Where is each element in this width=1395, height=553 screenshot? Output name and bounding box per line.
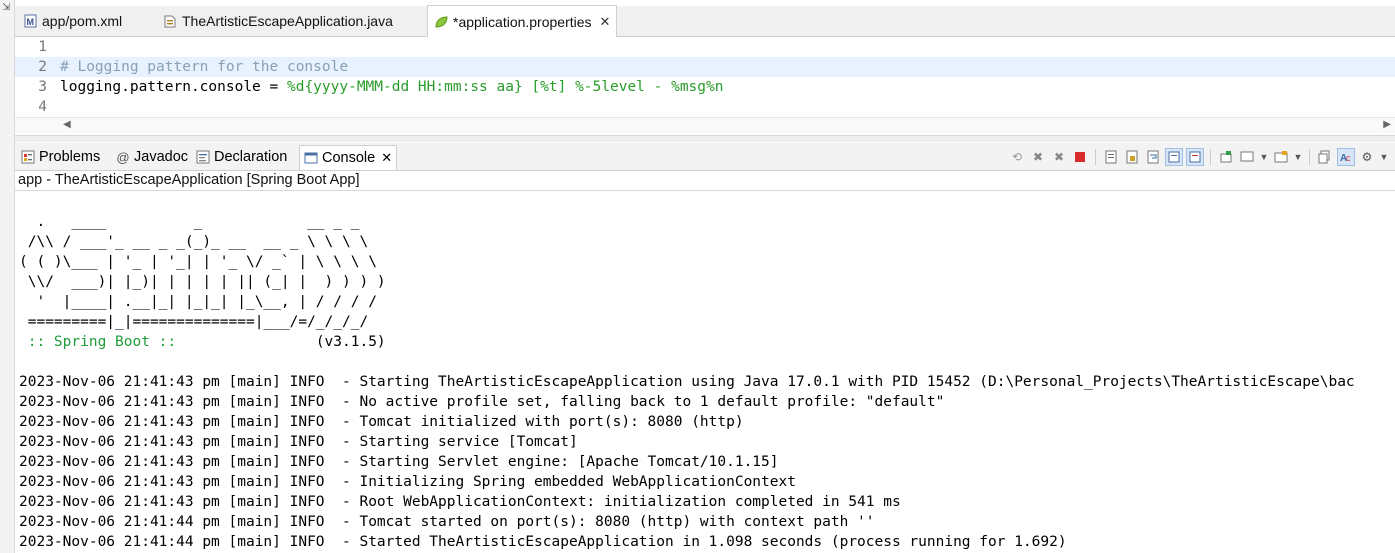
scroll-right-icon[interactable]: ▶ <box>1383 119 1391 130</box>
gear-icon[interactable]: ⚙ <box>1358 148 1376 166</box>
word-wrap-icon[interactable] <box>1144 148 1162 166</box>
show-console-on-stderr-icon[interactable] <box>1186 148 1204 166</box>
toolbar-separator <box>1095 149 1096 165</box>
clear-console-icon[interactable] <box>1102 148 1120 166</box>
line-number: 2 <box>38 59 47 75</box>
remove-launch-icon[interactable]: ✖ <box>1029 148 1047 166</box>
remove-all-terminated-icon[interactable]: ✖ <box>1050 148 1068 166</box>
maven-pom-icon: M <box>23 14 37 28</box>
log-line: 2023-Nov-06 21:41:43 pm [main] INFO - St… <box>19 374 1355 390</box>
log-line: 2023-Nov-06 21:41:44 pm [main] INFO - To… <box>19 514 875 530</box>
log-line: 2023-Nov-06 21:41:43 pm [main] INFO - In… <box>19 474 796 490</box>
console-output[interactable]: . ____ _ __ _ _ /\\ / ___'_ __ _ _(_)_ _… <box>19 212 1395 553</box>
property-line: logging.pattern.console = %d{yyyy-MMM-dd… <box>60 77 723 97</box>
copy-icon[interactable] <box>1316 148 1334 166</box>
java-file-icon <box>163 14 177 28</box>
ansi-color-icon[interactable]: Ac <box>1337 148 1355 166</box>
console-toolbar: ⟲ ✖ ✖ ▼ ▼ Ac ⚙ ▼ <box>1008 147 1389 167</box>
editor-line: 1 <box>15 37 1395 57</box>
left-gutter: ⇲ <box>0 0 15 553</box>
tab-label: TheArtisticEscapeApplication.java <box>182 13 393 29</box>
pin-console-icon[interactable] <box>1217 148 1235 166</box>
editor-line: 3 logging.pattern.console = %d{yyyy-MMM-… <box>15 77 1395 97</box>
editor-tab-bar: M app/pom.xml TheArtisticEscapeApplicati… <box>15 5 1395 37</box>
log-line: 2023-Nov-06 21:41:44 pm [main] INFO - St… <box>19 534 1067 550</box>
spring-boot-label: :: Spring Boot :: <box>19 334 185 350</box>
scroll-left-icon[interactable]: ◀ <box>63 119 71 130</box>
tab-java-application[interactable]: TheArtisticEscapeApplication.java <box>163 6 393 36</box>
display-selected-console-icon[interactable] <box>1238 148 1256 166</box>
console-title: app - TheArtisticEscapeApplication [Spri… <box>18 172 360 188</box>
problems-icon <box>21 150 35 164</box>
open-console-icon[interactable] <box>1272 148 1290 166</box>
tab-application-properties[interactable]: *application.properties ✕ <box>427 5 618 37</box>
tab-label: Javadoc <box>134 149 189 165</box>
property-value: %d{yyyy-MMM-dd HH:mm:ss aa} [%t] %-5leve… <box>286 79 724 95</box>
chevron-down-icon[interactable]: ▼ <box>1259 148 1269 166</box>
declaration-icon <box>196 150 210 164</box>
spring-boot-version: (v3.1.5) <box>184 334 386 350</box>
editor-line: 4 <box>15 97 1395 117</box>
view-tab-bar: Problems @ Javadoc Declaration Console ✕… <box>15 143 1395 171</box>
svg-text:M: M <box>26 17 34 27</box>
spring-boot-version-line: :: Spring Boot :: (v3.1.5) <box>19 332 1395 352</box>
chevron-down-icon[interactable]: ▼ <box>1379 148 1389 166</box>
editor-horizontal-scrollbar[interactable]: ◀ ▶ <box>15 117 1395 133</box>
tab-label: Declaration <box>214 149 288 165</box>
chevron-down-icon[interactable]: ▼ <box>1293 148 1303 166</box>
tab-declaration[interactable]: Declaration <box>196 145 287 169</box>
tab-label: app/pom.xml <box>42 13 123 29</box>
log-line: 2023-Nov-06 21:41:43 pm [main] INFO - No… <box>19 394 945 410</box>
comment-text: # Logging pattern for the console <box>60 59 349 75</box>
tab-pom-xml[interactable]: M app/pom.xml <box>23 6 122 36</box>
tab-label: Console <box>322 150 376 166</box>
terminate-icon[interactable] <box>1071 148 1089 166</box>
tab-javadoc[interactable]: @ Javadoc <box>116 145 188 169</box>
log-line: 2023-Nov-06 21:41:43 pm [main] INFO - Ro… <box>19 494 901 510</box>
divider <box>15 190 1395 191</box>
editor-line-current: 2 # Logging pattern for the console <box>15 57 1395 77</box>
line-number: 1 <box>38 39 47 55</box>
toolbar-separator <box>1309 149 1310 165</box>
tab-label: Problems <box>39 149 101 165</box>
console-icon <box>304 151 318 165</box>
line-number: 4 <box>38 99 47 115</box>
close-icon[interactable]: ✕ <box>381 150 392 166</box>
log-line: 2023-Nov-06 21:41:43 pm [main] INFO - St… <box>19 434 578 450</box>
pane-divider[interactable] <box>15 135 1395 142</box>
spring-banner: . ____ _ __ _ _ /\\ / ___'_ __ _ _(_)_ _… <box>19 214 386 330</box>
property-key: logging.pattern.console = <box>60 79 287 95</box>
toolbar-separator <box>1210 149 1211 165</box>
gutter-marker-icon: ⇲ <box>2 2 11 13</box>
tab-label: *application.properties <box>453 13 592 30</box>
javadoc-at-icon: @ <box>116 149 130 165</box>
relaunch-icon[interactable]: ⟲ <box>1008 148 1026 166</box>
svg-text:c: c <box>1346 153 1351 163</box>
show-console-on-stdout-icon[interactable] <box>1165 148 1183 166</box>
tab-problems[interactable]: Problems <box>21 145 100 169</box>
log-line: 2023-Nov-06 21:41:43 pm [main] INFO - St… <box>19 454 779 470</box>
tab-console[interactable]: Console ✕ <box>299 145 398 170</box>
spring-leaf-icon <box>434 15 448 29</box>
line-number: 3 <box>38 79 47 95</box>
close-icon[interactable]: ✕ <box>600 14 611 30</box>
scroll-lock-icon[interactable] <box>1123 148 1141 166</box>
log-line: 2023-Nov-06 21:41:43 pm [main] INFO - To… <box>19 414 744 430</box>
